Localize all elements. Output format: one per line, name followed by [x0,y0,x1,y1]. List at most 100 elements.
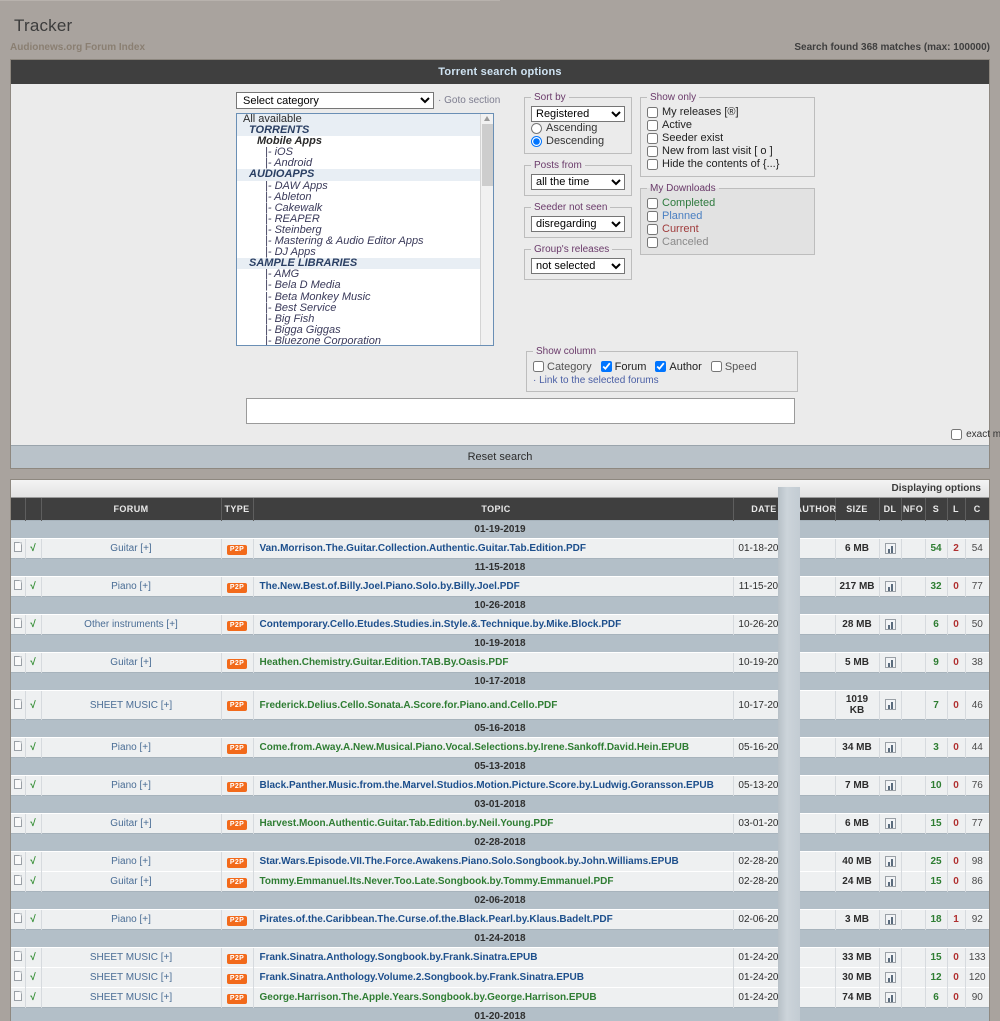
row-checkmark-icon[interactable]: √ [24,614,41,635]
row-topic-cell[interactable]: Tommy.Emmanuel.Its.Never.Too.Late.Songbo… [252,871,733,892]
forum-link[interactable]: Piano [+] [111,581,151,592]
document-icon[interactable] [13,875,22,885]
forum-link[interactable]: SHEET MUSIC [+] [90,952,172,963]
table-row[interactable]: √ Piano [+] P2P Come.from.Away.A.New.Musica… [11,737,989,758]
topic-link[interactable]: Come.from.Away.A.New.Musical.Piano.Vocal… [260,742,690,753]
row-doc-icon-cell[interactable] [11,813,25,834]
show-only-label[interactable]: Seeder exist [662,132,723,145]
forum-link[interactable]: Guitar [+] [110,876,151,887]
column-header-date[interactable]: DATE [732,498,795,521]
topic-link[interactable]: Van.Morrison.The.Guitar.Collection.Authe… [260,543,587,554]
show-column-option[interactable]: Author [655,360,702,373]
row-forum-cell[interactable]: Piano [+] [40,851,221,872]
show-only-checkbox[interactable] [647,159,658,170]
row-checkmark-icon[interactable]: √ [24,987,41,1008]
row-forum-cell[interactable]: Guitar [+] [40,871,221,892]
row-checkmark-icon[interactable]: √ [24,871,41,892]
show-column-option[interactable]: Category [533,360,592,373]
show-column-label[interactable]: Forum [615,361,647,373]
sort-descending-radio[interactable] [531,136,542,147]
show-column-checkbox[interactable] [533,361,544,372]
row-download-cell[interactable] [878,871,901,892]
table-row[interactable]: √ Piano [+] P2P Pirates.of.the.Caribbean.Th… [11,909,989,930]
forum-link[interactable]: Piano [+] [111,742,151,753]
row-forum-cell[interactable]: SHEET MUSIC [+] [40,690,221,720]
sort-ascending-radio[interactable] [531,123,542,134]
table-row[interactable]: √ Guitar [+] P2P Tommy.Emmanuel.Its.Never.T… [11,871,989,892]
sort-descending-row[interactable]: Descending [531,135,625,148]
scrollbar-thumb[interactable] [482,124,493,186]
table-row[interactable]: √ SHEET MUSIC [+] P2P Frank.Sinatra.Antholo… [11,967,989,988]
table-row[interactable]: √ Piano [+] P2P Star.Wars.Episode.VII.The.F… [11,851,989,872]
row-checkmark-icon[interactable]: √ [24,652,41,673]
row-forum-cell[interactable]: Guitar [+] [40,813,221,834]
row-download-cell[interactable] [878,967,901,988]
sort-ascending-row[interactable]: Ascending [531,122,625,135]
row-download-cell[interactable] [878,909,901,930]
row-download-cell[interactable] [878,987,901,1008]
row-checkmark-icon[interactable]: √ [24,538,41,559]
row-forum-cell[interactable]: SHEET MUSIC [+] [40,947,221,968]
sort-ascending-label[interactable]: Ascending [546,122,597,135]
column-header-s[interactable]: S [924,498,947,521]
show-only-option[interactable]: Active [647,119,808,132]
row-download-cell[interactable] [878,813,901,834]
topic-link[interactable]: George.Harrison.The.Apple.Years.Songbook… [260,992,597,1003]
download-icon[interactable] [884,875,896,887]
download-icon[interactable] [884,741,896,753]
row-download-cell[interactable] [878,576,901,597]
show-only-label[interactable]: My releases [®] [662,106,739,119]
download-icon[interactable] [884,699,896,711]
show-only-option[interactable]: Hide the contents of {...} [647,158,808,171]
my-downloads-label[interactable]: Planned [662,210,702,223]
row-doc-icon-cell[interactable] [11,987,25,1008]
exact-match-label[interactable]: exact match [966,429,1000,440]
sort-by-select[interactable]: Registered [531,106,625,122]
row-doc-icon-cell[interactable] [11,690,25,720]
download-icon[interactable] [884,855,896,867]
select-category-dropdown[interactable]: Select category [236,92,434,109]
show-column-label[interactable]: Category [547,361,592,373]
row-download-cell[interactable] [878,652,901,673]
row-checkmark-icon[interactable]: √ [24,576,41,597]
row-download-cell[interactable] [878,947,901,968]
column-header-c[interactable]: C [964,498,989,521]
scroll-up-arrow-icon[interactable] [484,116,490,121]
forum-link[interactable]: SHEET MUSIC [+] [90,700,172,711]
goto-section-link[interactable]: · Goto section [438,95,500,106]
table-row[interactable]: √ Other instruments [+] P2P Contemporary.Ce… [11,614,989,635]
column-header-size[interactable]: SIZE [834,498,879,521]
forum-link[interactable]: Piano [+] [111,780,151,791]
download-icon[interactable] [884,913,896,925]
topic-link[interactable]: Star.Wars.Episode.VII.The.Force.Awakens.… [260,856,679,867]
category-list-scrollbar[interactable] [480,114,493,345]
document-icon[interactable] [13,951,22,961]
document-icon[interactable] [13,913,22,923]
link-to-selected-forums[interactable]: · Link to the selected forums [533,375,791,386]
my-downloads-checkbox[interactable] [647,237,658,248]
download-icon[interactable] [884,951,896,963]
row-doc-icon-cell[interactable] [11,947,25,968]
table-row[interactable]: √ Piano [+] P2P The.New.Best.of.Billy.Joel.… [11,576,989,597]
row-doc-icon-cell[interactable] [11,967,25,988]
row-download-cell[interactable] [878,690,901,720]
row-topic-cell[interactable]: Frederick.Delius.Cello.Sonata.A.Score.fo… [252,690,733,720]
row-topic-cell[interactable]: Frank.Sinatra.Anthology.Volume.2.Songboo… [252,967,733,988]
my-downloads-option[interactable]: Current [647,223,808,236]
table-row[interactable]: √ SHEET MUSIC [+] P2P George.Harrison.The.A… [11,987,989,1008]
exact-match-checkbox[interactable] [951,429,963,440]
topic-link[interactable]: Contemporary.Cello.Etudes.Studies.in.Sty… [260,619,622,630]
column-header-type[interactable]: TYPE [220,498,253,521]
table-row[interactable]: √ Guitar [+] P2P Heathen.Chemistry.Guitar.E… [11,652,989,673]
row-checkmark-icon[interactable]: √ [24,813,41,834]
forum-link[interactable]: Piano [+] [111,914,151,925]
row-topic-cell[interactable]: George.Harrison.The.Apple.Years.Songbook… [252,987,733,1008]
column-header-author[interactable]: AUTHOR [794,498,836,521]
my-downloads-checkbox[interactable] [647,211,658,222]
my-downloads-option[interactable]: Completed [647,197,808,210]
category-option[interactable]: |- Bluezone Corporation [237,335,493,345]
topic-link[interactable]: Frederick.Delius.Cello.Sonata.A.Score.fo… [260,700,558,711]
row-doc-icon-cell[interactable] [11,614,25,635]
row-forum-cell[interactable]: Guitar [+] [40,652,221,673]
category-option[interactable]: AUDIOAPPS [237,169,493,181]
